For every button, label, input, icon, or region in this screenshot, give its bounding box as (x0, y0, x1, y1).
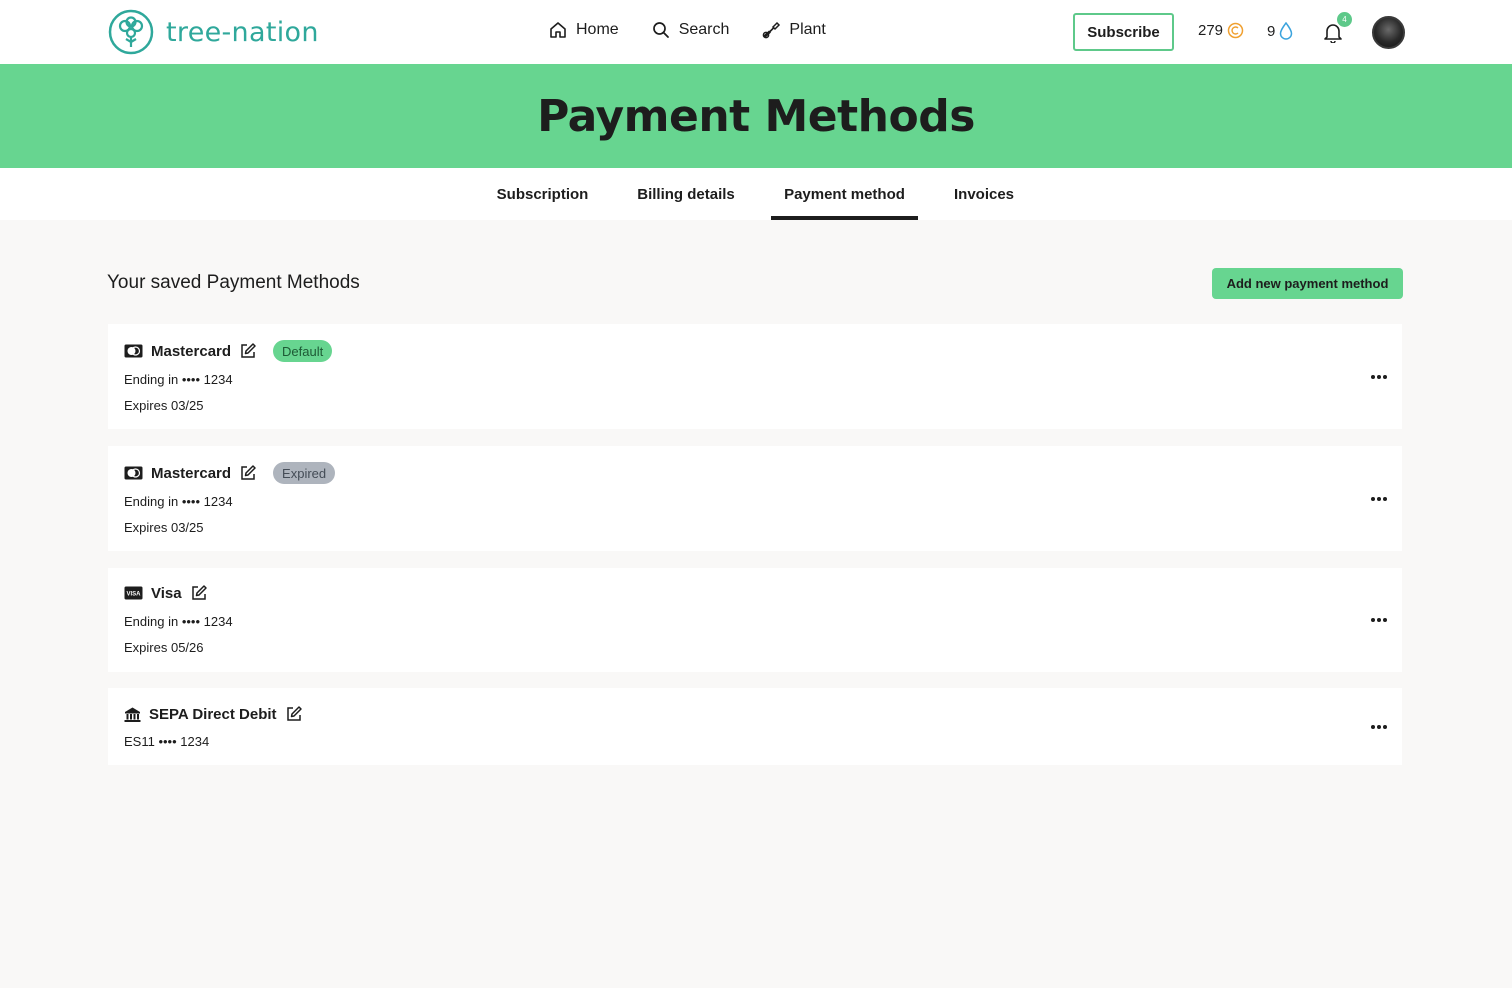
default-badge: Default (273, 340, 333, 362)
tree-nation-logo[interactable]: tree-nation (108, 9, 319, 55)
payment-method-card: Mastercard Default Ending in •••• 1234 E… (108, 324, 1402, 429)
page-banner: Payment Methods (0, 64, 1512, 168)
card-name: Mastercard (151, 464, 232, 482)
edit-icon[interactable] (190, 584, 208, 602)
coins-count: 279 (1198, 22, 1224, 39)
card-name: Visa (151, 584, 182, 602)
edit-icon[interactable] (285, 705, 303, 723)
account-tabs: Subscription Billing details Payment met… (0, 168, 1512, 220)
card-expiry: Expires 03/25 (124, 398, 204, 413)
coins-counter[interactable]: 279 (1198, 22, 1244, 39)
tab-invoices[interactable]: Invoices (943, 168, 1025, 220)
top-navbar: tree-nation Home Search Plant Subscribe … (0, 0, 1512, 64)
edit-icon[interactable] (239, 342, 257, 360)
more-options-button[interactable] (1370, 724, 1388, 730)
tree-logo-icon (108, 9, 154, 55)
nav-plant-label: Plant (789, 21, 826, 38)
page-title: Payment Methods (537, 90, 975, 142)
nav-search-label: Search (678, 21, 730, 38)
payment-method-card: SEPA Direct Debit ES11 •••• 1234 (108, 688, 1402, 765)
more-options-button[interactable] (1370, 374, 1388, 380)
nav-home-label: Home (576, 21, 619, 38)
visa-icon: VISA (124, 586, 143, 600)
tab-billing-details[interactable]: Billing details (626, 168, 746, 220)
notification-badge: 4 (1337, 12, 1352, 27)
card-name: Mastercard (151, 342, 232, 360)
card-name: SEPA Direct Debit (149, 705, 277, 723)
tab-payment-method[interactable]: Payment method (771, 168, 918, 220)
tab-subscription[interactable]: Subscription (486, 168, 599, 220)
card-ending: Ending in •••• 1234 (124, 494, 233, 509)
user-avatar[interactable] (1372, 16, 1405, 49)
card-expiry: Expires 05/26 (124, 640, 204, 655)
mastercard-icon (124, 344, 143, 358)
more-options-button[interactable] (1370, 496, 1388, 502)
card-expiry: Expires 03/25 (124, 520, 204, 535)
section-title: Your saved Payment Methods (107, 272, 360, 293)
drops-count: 9 (1267, 22, 1276, 40)
card-ending: Ending in •••• 1234 (124, 614, 233, 629)
subscribe-button[interactable]: Subscribe (1073, 13, 1174, 51)
payment-method-card: Mastercard Expired Ending in •••• 1234 E… (108, 446, 1402, 551)
card-ending: Ending in •••• 1234 (124, 372, 233, 387)
payment-method-card: VISA Visa Ending in •••• 1234 Expires 05… (108, 568, 1402, 672)
mastercard-icon (124, 466, 143, 480)
nav-search[interactable]: Search (651, 20, 730, 40)
more-options-button[interactable] (1370, 617, 1388, 623)
main-nav: Home Search Plant (548, 20, 826, 40)
shovel-icon (763, 21, 781, 39)
coin-icon (1227, 22, 1244, 39)
search-icon (652, 22, 669, 38)
svg-text:VISA: VISA (126, 592, 141, 598)
nav-plant[interactable]: Plant (761, 20, 826, 40)
expired-badge: Expired (273, 462, 336, 484)
iban-ending: ES11 •••• 1234 (124, 734, 210, 749)
nav-home[interactable]: Home (548, 20, 619, 40)
bank-icon (124, 707, 141, 722)
edit-icon[interactable] (239, 464, 257, 482)
drops-counter[interactable]: 9 (1267, 22, 1293, 40)
logo-text: tree-nation (166, 16, 319, 48)
add-payment-method-button[interactable]: Add new payment method (1212, 268, 1403, 299)
home-icon (550, 22, 566, 38)
water-drop-icon (1280, 22, 1293, 40)
